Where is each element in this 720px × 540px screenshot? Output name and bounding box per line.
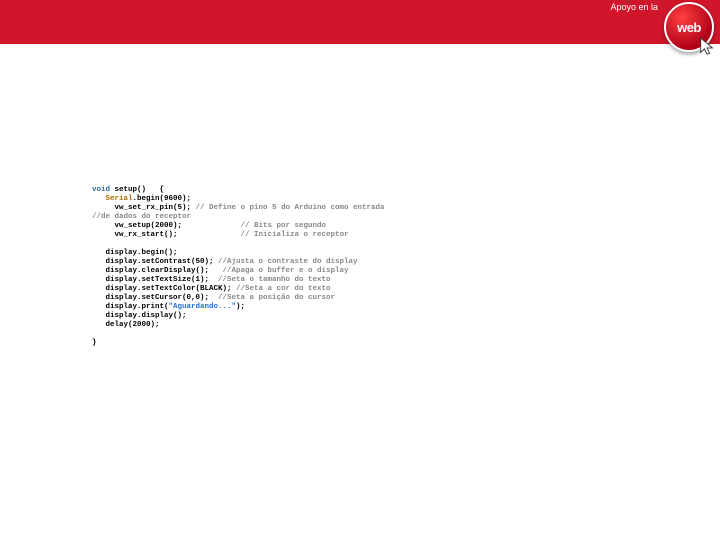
code-text: } <box>92 339 97 347</box>
code-string: "Aguardando..." <box>169 303 237 311</box>
code-comment: // Bits por segundo <box>241 222 327 230</box>
code-comment: //Seta a posição do cursor <box>218 294 335 302</box>
header-support-label: Apoyo en la <box>610 2 658 12</box>
code-text <box>92 195 106 203</box>
code-text: display.setContrast(50); <box>92 258 218 266</box>
code-text <box>92 222 115 230</box>
code-text: ); <box>236 303 245 311</box>
code-text: display.begin(); <box>92 249 178 257</box>
code-text: display.clearDisplay(); <box>92 267 223 275</box>
web-badge[interactable]: web <box>664 2 714 52</box>
code-text: display.setTextSize(1); <box>92 276 218 284</box>
code-text: display.display(); <box>92 312 187 320</box>
code-text: setup() { <box>110 186 164 194</box>
code-comment: // Define o pino 5 do Arduino como entra… <box>196 204 385 212</box>
code-block: void setup() { Serial.begin(9600); vw_se… <box>92 186 385 348</box>
code-text: display.setCursor(0,0); <box>92 294 218 302</box>
code-comment: //Ajusta o contraste do display <box>218 258 358 266</box>
code-comment: //Apaga o buffer e o display <box>223 267 349 275</box>
code-text: vw_rx_start(); <box>115 231 241 239</box>
code-keyword-void: void <box>92 186 110 194</box>
code-comment: //Seta o tamanho do texto <box>218 276 331 284</box>
code-text <box>92 231 115 239</box>
code-text: vw_setup(2000); <box>115 222 241 230</box>
code-text: .begin(9600); <box>133 195 192 203</box>
code-text: display.setTextColor(BLACK); <box>92 285 236 293</box>
code-text: vw_set_rx_pin(5); <box>115 204 196 212</box>
code-text <box>92 204 115 212</box>
code-text: display.print( <box>92 303 169 311</box>
code-comment: //Seta a cor do texto <box>236 285 331 293</box>
code-comment: // Inicializa o receptor <box>241 231 349 239</box>
code-text: delay(2000); <box>92 321 160 329</box>
code-comment: //de dados do receptor <box>92 213 191 221</box>
web-badge-text: web <box>677 20 701 35</box>
code-class-serial: Serial <box>106 195 133 203</box>
